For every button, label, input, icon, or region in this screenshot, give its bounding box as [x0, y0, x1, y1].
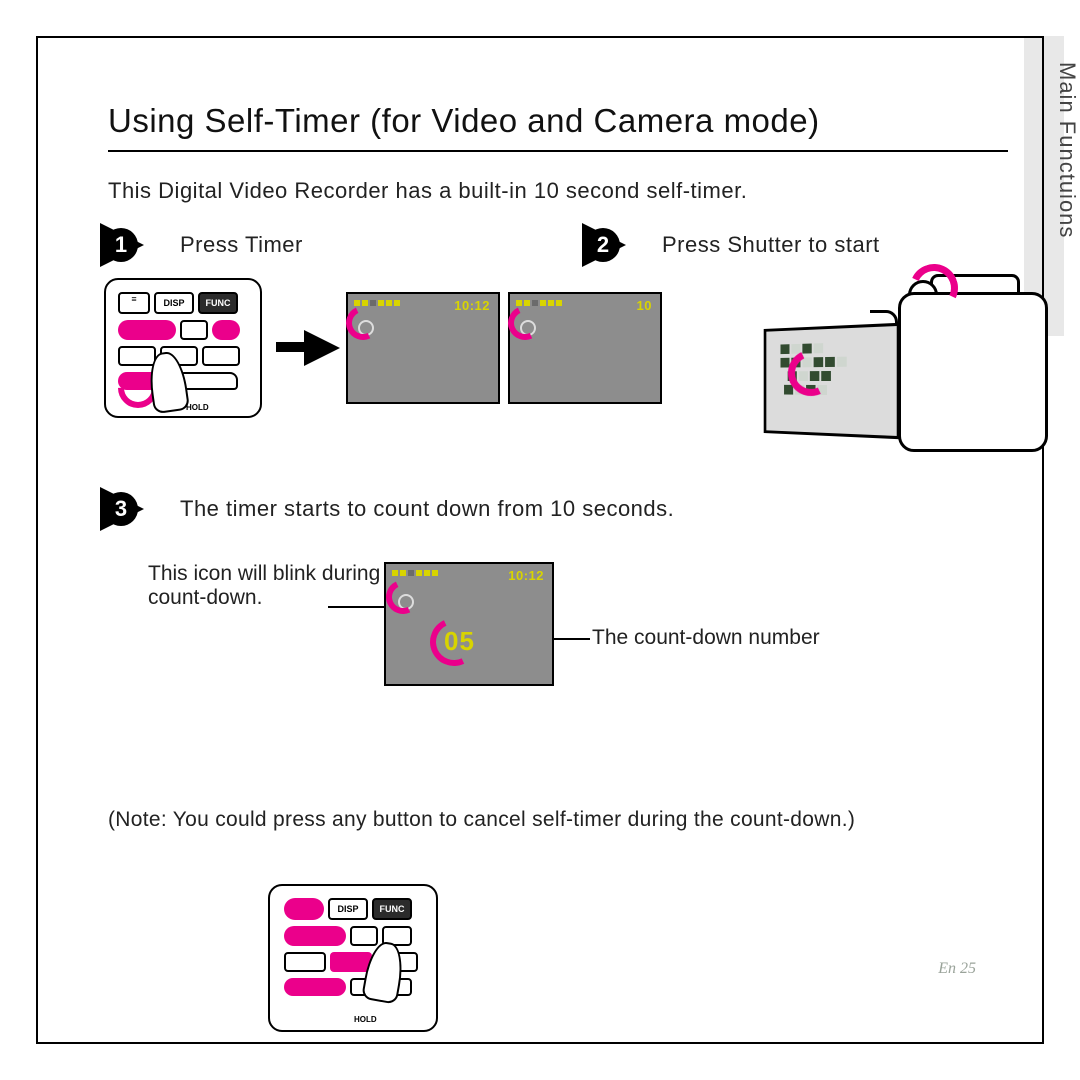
lcd-preview-2: 10 [508, 292, 662, 404]
lcd-time-2: 10 [637, 298, 652, 313]
func-button-label: FUNC [372, 898, 412, 920]
highlight-ring-icon [503, 301, 547, 345]
control-pad-illustration-1: ≡ DISP FUNC HOLD [104, 278, 262, 418]
page-frame: Using Self-Timer (for Video and Camera m… [36, 36, 1044, 1044]
step-2: 2 Press Shutter to start [590, 226, 880, 264]
highlight-ring-icon [341, 301, 385, 345]
step-badge-3: 3 [108, 490, 166, 528]
step-number: 2 [586, 228, 620, 262]
caption-countdown-number: The count-down number [592, 626, 952, 650]
arrow-right-icon [304, 330, 340, 366]
camera-illustration [728, 270, 1048, 460]
manual-page: Main Functuions Using Self-Timer (for Vi… [0, 0, 1080, 1080]
leader-line [328, 606, 384, 608]
lcd-preview-3: 10:12 05 [384, 562, 554, 686]
page-number: En 25 [938, 960, 976, 978]
disp-button-label: DISP [154, 292, 194, 314]
highlight-ring-icon [381, 575, 425, 619]
lcd-preview-1: 10:12 [346, 292, 500, 404]
step-number: 1 [104, 228, 138, 262]
lcd-time-1: 10:12 [454, 298, 490, 313]
title-underline [108, 150, 1008, 152]
step-3: 3 The timer starts to count down from 10… [108, 490, 674, 528]
caption-blink: This icon will blink during count-down. [148, 562, 408, 610]
arrow-right-icon [276, 342, 306, 352]
step-badge-2: 2 [590, 226, 648, 264]
note-cancel-text: (Note: You could press any button to can… [108, 808, 1008, 832]
step-label-1: Press Timer [180, 232, 303, 258]
highlight-ring-icon [423, 611, 485, 673]
step-badge-1: 1 [108, 226, 166, 264]
step-number: 3 [104, 492, 138, 526]
page-title: Using Self-Timer (for Video and Camera m… [108, 102, 820, 140]
step-label-3: The timer starts to count down from 10 s… [180, 496, 674, 522]
step-1: 1 Press Timer [108, 226, 303, 264]
step-label-2: Press Shutter to start [662, 232, 880, 258]
section-tab-label: Main Functuions [1046, 62, 1080, 302]
hold-label: HOLD [186, 403, 209, 412]
disp-button-label: DISP [328, 898, 368, 920]
func-button-label: FUNC [198, 292, 238, 314]
hold-label: HOLD [354, 1015, 377, 1024]
intro-text: This Digital Video Recorder has a built-… [108, 178, 747, 204]
lcd-time-3: 10:12 [508, 568, 544, 583]
control-pad-illustration-2: DISP FUNC HOLD [268, 884, 438, 1032]
